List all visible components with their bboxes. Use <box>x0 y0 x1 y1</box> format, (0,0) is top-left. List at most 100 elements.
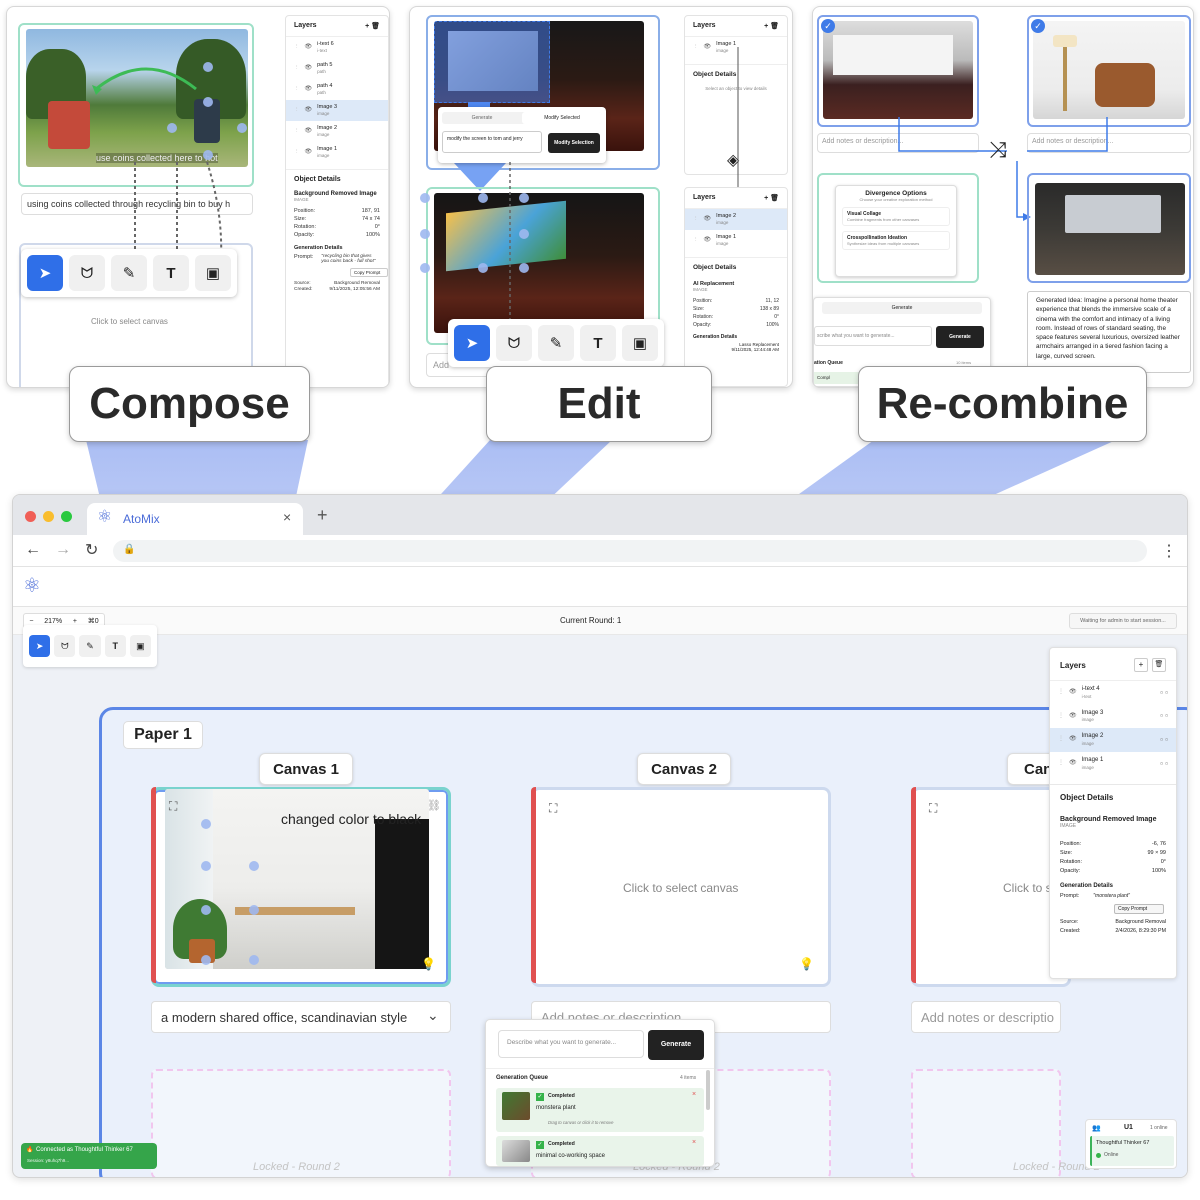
layer-row[interactable]: ⋮ 👁 Image 1 image <box>286 142 388 163</box>
zoom-reset-button[interactable]: ⌘0 <box>88 617 99 625</box>
copy-prompt-button[interactable]: Copy Prompt <box>350 267 388 277</box>
expand-icon[interactable]: ⛶ <box>169 799 177 814</box>
select-tool-icon[interactable]: ➤ <box>27 255 63 291</box>
drag-handle-icon[interactable]: ⋮ <box>1058 736 1064 744</box>
image-tool-icon[interactable]: ▣ <box>195 255 231 291</box>
reload-icon[interactable]: ↻ <box>85 540 98 560</box>
layer-row[interactable]: ⋮ 👁 Image 3 image ▫ ▫ <box>1050 705 1176 729</box>
select-tool-icon[interactable]: ➤ <box>454 325 490 361</box>
recombine-gen-input[interactable]: scribe what you want to generate... <box>814 326 932 346</box>
image-tool-icon[interactable]: ▣ <box>622 325 658 361</box>
visibility-eye-icon[interactable]: 👁 <box>305 128 313 136</box>
add-layer-icon[interactable]: + 🗑 <box>365 22 380 30</box>
text-tool-icon[interactable]: T <box>580 325 616 361</box>
remove-icon[interactable]: × <box>692 1139 696 1146</box>
queue-item[interactable]: ✓ Completed monstera plant Drag to canva… <box>496 1088 704 1132</box>
edit-tab-modify[interactable]: Modify Selected <box>522 112 602 124</box>
layer-row[interactable]: ⋮ 👁 path 5 path <box>286 58 388 79</box>
link-icon[interactable]: ⛓ <box>427 799 441 812</box>
window-close-dot[interactable] <box>25 511 36 522</box>
layer-row[interactable]: ⋮ 👁 Image 3 image <box>286 99 388 121</box>
visibility-eye-icon[interactable]: 👁 <box>1069 689 1077 697</box>
visibility-eye-icon[interactable]: 👁 <box>704 216 712 224</box>
drag-handle-icon[interactable]: ⋮ <box>1058 760 1064 768</box>
layer-order-icon[interactable]: ▫ ▫ <box>1160 735 1168 745</box>
address-bar[interactable]: 🔒 <box>113 540 1147 562</box>
tab-close-icon[interactable]: × <box>283 509 291 525</box>
visibility-eye-icon[interactable]: 👁 <box>305 86 313 94</box>
window-maximize-dot[interactable] <box>61 511 72 522</box>
visibility-eye-icon[interactable]: 👁 <box>305 65 313 73</box>
generate-button[interactable]: Generate <box>648 1030 704 1060</box>
copy-prompt-button[interactable]: Copy Prompt <box>1114 903 1164 914</box>
drag-handle-icon[interactable]: ⋮ <box>294 128 300 135</box>
drag-handle-icon[interactable]: ⋮ <box>294 44 300 51</box>
visibility-eye-icon[interactable]: 👁 <box>704 237 712 245</box>
image-tool-icon[interactable]: ▣ <box>129 635 152 657</box>
expand-icon[interactable]: ⛶ <box>929 801 937 816</box>
queue-scrollbar[interactable] <box>706 1070 710 1110</box>
lasso-tool-icon[interactable]: ᗢ <box>54 635 76 657</box>
new-tab-icon[interactable]: + <box>317 505 328 526</box>
user-card[interactable]: Thoughtful Thinker 67 Online <box>1090 1136 1174 1166</box>
edit-input[interactable]: modify the screen to tom and jerry <box>442 131 542 153</box>
chevron-down-icon[interactable]: ⌄ <box>427 1007 439 1024</box>
add-layer-icon[interactable]: + <box>1134 658 1148 672</box>
layer-row[interactable]: ⋮ 👁 i-text 4 i-text ▫ ▫ <box>1050 681 1176 705</box>
edit-tab-generate[interactable]: Generate <box>442 112 522 124</box>
canvas3-note[interactable]: Add notes or descriptio <box>911 1001 1061 1033</box>
drag-handle-icon[interactable]: ⋮ <box>1058 689 1064 697</box>
visibility-eye-icon[interactable]: 👁 <box>704 44 712 52</box>
layer-row[interactable]: ⋮ 👁 Image 2 image <box>685 209 787 230</box>
canvas1-note[interactable]: a modern shared office, scandinavian sty… <box>151 1001 451 1033</box>
queue-item[interactable]: ✓ Completed minimal co-working space × <box>496 1136 704 1166</box>
idea-bulb-icon[interactable]: 💡 <box>421 957 436 971</box>
drag-handle-icon[interactable]: ⋮ <box>693 237 699 244</box>
select-tool-icon[interactable]: ➤ <box>29 635 51 657</box>
crosspollination-option[interactable]: Crosspollination Ideation Synthesize ide… <box>842 231 950 250</box>
pencil-tool-icon[interactable]: ✎ <box>538 325 574 361</box>
visibility-eye-icon[interactable]: 👁 <box>1069 760 1077 768</box>
visibility-eye-icon[interactable]: 👁 <box>1069 713 1077 721</box>
drag-handle-icon[interactable]: ⋮ <box>294 107 300 114</box>
window-minimize-dot[interactable] <box>43 511 54 522</box>
layer-row[interactable]: ⋮ 👁 path 4 path <box>286 79 388 100</box>
zoom-in-button[interactable]: + <box>73 618 77 625</box>
browser-tab[interactable]: ⚛ AtoMix × <box>87 503 303 535</box>
visibility-eye-icon[interactable]: 👁 <box>305 149 313 157</box>
idea-bulb-icon[interactable]: 💡 <box>799 957 814 971</box>
layer-order-icon[interactable]: ▫ ▫ <box>1160 711 1168 721</box>
layer-row[interactable]: ⋮ 👁 Image 1 image ▫ ▫ <box>1050 752 1176 776</box>
visibility-eye-icon[interactable]: 👁 <box>305 44 313 52</box>
delete-layer-icon[interactable]: 🗑 <box>1152 658 1166 672</box>
text-tool-icon[interactable]: T <box>153 255 189 291</box>
text-tool-icon[interactable]: T <box>104 635 126 657</box>
generate-input[interactable]: Describe what you want to generate... <box>498 1030 644 1058</box>
remove-icon[interactable]: × <box>692 1091 696 1098</box>
layer-row[interactable]: ⋮ 👁 i-text 6 i-text <box>286 37 388 58</box>
lasso-tool-icon[interactable]: ᗢ <box>496 325 532 361</box>
drag-handle-icon[interactable]: ⋮ <box>294 86 300 93</box>
lasso-tool-icon[interactable]: ᗢ <box>69 255 105 291</box>
drag-handle-icon[interactable]: ⋮ <box>693 44 699 51</box>
modify-selection-button[interactable]: Modify Selection <box>548 133 600 153</box>
browser-menu-icon[interactable]: ⋮ <box>1161 541 1177 561</box>
drag-handle-icon[interactable]: ⋮ <box>1058 713 1064 721</box>
pencil-tool-icon[interactable]: ✎ <box>79 635 101 657</box>
layer-order-icon[interactable]: ▫ ▫ <box>1160 759 1168 769</box>
visual-collage-option[interactable]: Visual Collage Combine fragments from ot… <box>842 207 950 226</box>
drag-handle-icon[interactable]: ⋮ <box>294 65 300 72</box>
expand-icon[interactable]: ⛶ <box>549 801 557 816</box>
layer-order-icon[interactable]: ▫ ▫ <box>1160 688 1168 698</box>
pencil-tool-icon[interactable]: ✎ <box>111 255 147 291</box>
drag-handle-icon[interactable]: ⋮ <box>693 216 699 223</box>
layer-row[interactable]: ⋮ 👁 Image 2 image ▫ ▫ <box>1050 728 1176 752</box>
visibility-eye-icon[interactable]: 👁 <box>1069 736 1077 744</box>
drag-handle-icon[interactable]: ⋮ <box>294 149 300 156</box>
recombine-generate-button[interactable]: Generate <box>936 326 984 348</box>
layer-row[interactable]: ⋮ 👁 Image 2 image <box>286 121 388 142</box>
zoom-out-button[interactable]: − <box>29 618 33 625</box>
visibility-eye-icon[interactable]: 👁 <box>305 107 313 115</box>
back-icon[interactable]: ← <box>25 541 41 559</box>
layer-row[interactable]: ⋮ 👁 Image 1 image <box>685 230 787 251</box>
